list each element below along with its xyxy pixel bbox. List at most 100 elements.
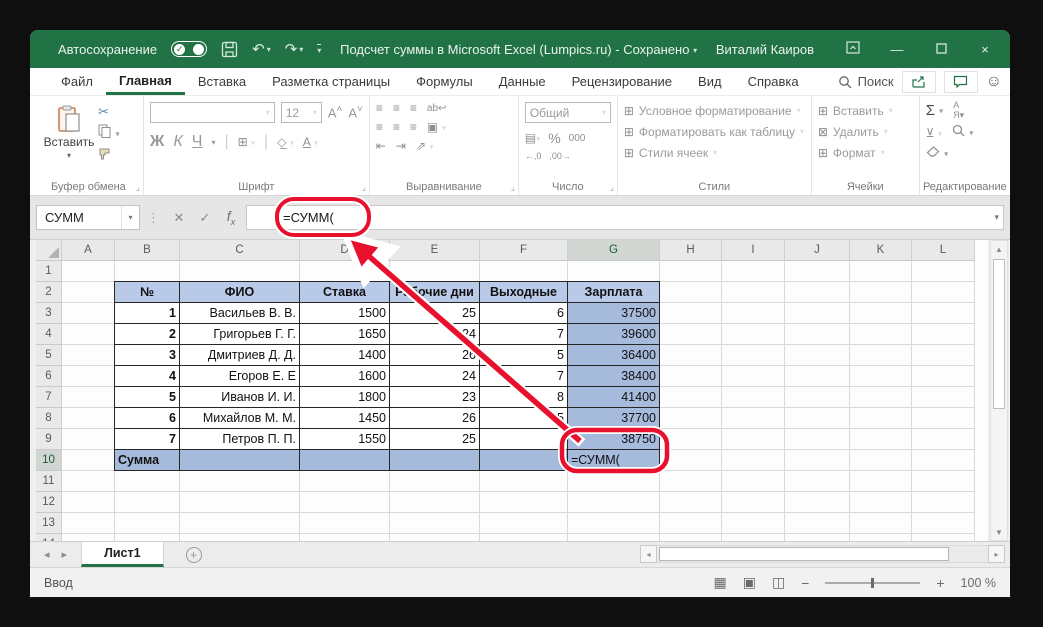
cell-F7[interactable]: 8: [479, 386, 568, 408]
cell-J3[interactable]: [785, 303, 850, 324]
normal-view-icon[interactable]: ▦: [713, 574, 726, 591]
zoom-level[interactable]: 100 %: [961, 576, 996, 590]
cell-H10[interactable]: [660, 450, 722, 471]
cell-I9[interactable]: [722, 429, 785, 450]
previous-sheet-icon[interactable]: ◂: [44, 548, 50, 561]
align-center-icon[interactable]: ≡: [393, 120, 400, 134]
comments-button[interactable]: [943, 70, 978, 93]
cell-J2[interactable]: [785, 282, 850, 303]
increase-decimal-icon[interactable]: ←,0: [525, 151, 542, 161]
close-button[interactable]: ×: [970, 42, 1000, 57]
cell-A8[interactable]: [62, 408, 115, 429]
cell-L6[interactable]: [912, 366, 975, 387]
cell-G13[interactable]: [568, 513, 660, 534]
cell-L9[interactable]: [912, 429, 975, 450]
cell-L8[interactable]: [912, 408, 975, 429]
column-header-K[interactable]: K: [850, 240, 912, 261]
cell-K1[interactable]: [850, 261, 912, 282]
cell-E8[interactable]: 26: [389, 407, 480, 429]
cell-D2[interactable]: Ставка: [299, 281, 390, 303]
cell-J5[interactable]: [785, 345, 850, 366]
cell-D4[interactable]: 1650: [299, 323, 390, 345]
cell-C11[interactable]: [180, 471, 300, 492]
cell-L13[interactable]: [912, 513, 975, 534]
cell-B2[interactable]: №: [114, 281, 180, 303]
cell-I3[interactable]: [722, 303, 785, 324]
cell-J6[interactable]: [785, 366, 850, 387]
vertical-scrollbar[interactable]: ▲ ▼: [990, 240, 1008, 541]
wrap-text-icon[interactable]: ab↩: [427, 103, 447, 114]
cell-C9[interactable]: Петров П. П.: [179, 428, 300, 450]
increase-font-button[interactable]: A˄: [328, 104, 343, 120]
cell-D12[interactable]: [300, 492, 390, 513]
cell-H6[interactable]: [660, 366, 722, 387]
column-header-D[interactable]: D: [300, 240, 390, 261]
font-name-select[interactable]: ▾: [149, 102, 275, 123]
delete-cells-button[interactable]: ⊠ Удалить ▾: [818, 121, 913, 142]
scroll-left-icon[interactable]: ◂: [640, 545, 657, 563]
row-header-5[interactable]: 5: [36, 345, 62, 366]
cell-K6[interactable]: [850, 366, 912, 387]
decrease-indent-icon[interactable]: ⇤: [376, 139, 386, 153]
cell-D3[interactable]: 1500: [299, 302, 390, 324]
align-right-icon[interactable]: ≡: [410, 120, 417, 134]
column-header-F[interactable]: F: [480, 240, 568, 261]
zoom-slider-thumb[interactable]: [871, 577, 875, 588]
cell-C3[interactable]: Васильев В. В.: [179, 302, 300, 324]
cell-I10[interactable]: [722, 450, 785, 471]
zoom-out-button[interactable]: −: [801, 575, 809, 591]
cell-C5[interactable]: Дмитриев Д. Д.: [179, 344, 300, 366]
cell-K5[interactable]: [850, 345, 912, 366]
cell-B10[interactable]: Сумма: [114, 449, 180, 471]
cell-H14[interactable]: [660, 534, 722, 541]
cell-L1[interactable]: [912, 261, 975, 282]
tab-file[interactable]: Файл: [48, 68, 106, 95]
cell-C1[interactable]: [180, 261, 300, 282]
column-header-E[interactable]: E: [390, 240, 480, 261]
cell-E14[interactable]: [390, 534, 480, 541]
user-name[interactable]: Виталий Каиров: [716, 42, 814, 57]
dialog-launcher-icon[interactable]: ⌟: [362, 182, 366, 193]
cell-C8[interactable]: Михайлов М. М.: [179, 407, 300, 429]
cell-E4[interactable]: 24: [389, 323, 480, 345]
cell-J4[interactable]: [785, 324, 850, 345]
cell-D9[interactable]: 1550: [299, 428, 390, 450]
cell-H1[interactable]: [660, 261, 722, 282]
save-button[interactable]: [221, 41, 238, 58]
cell-D1[interactable]: [300, 261, 390, 282]
scroll-up-icon[interactable]: ▲: [991, 241, 1007, 257]
italic-button[interactable]: К: [173, 133, 182, 151]
cell-C13[interactable]: [180, 513, 300, 534]
cell-F11[interactable]: [480, 471, 568, 492]
percent-style-icon[interactable]: %: [548, 130, 560, 146]
cell-A3[interactable]: [62, 303, 115, 324]
cell-L10[interactable]: [912, 450, 975, 471]
tab-справка[interactable]: Справка: [735, 68, 812, 95]
cell-E11[interactable]: [390, 471, 480, 492]
cell-H9[interactable]: [660, 429, 722, 450]
cell-I1[interactable]: [722, 261, 785, 282]
cell-K10[interactable]: [850, 450, 912, 471]
conditional-formatting-button[interactable]: ⊞ Условное форматирование ▾: [624, 100, 805, 121]
cell-G9[interactable]: 38750: [567, 428, 660, 450]
cell-K11[interactable]: [850, 471, 912, 492]
cell-G6[interactable]: 38400: [567, 365, 660, 387]
cell-F10[interactable]: [479, 449, 568, 471]
cell-L4[interactable]: [912, 324, 975, 345]
tab-данные[interactable]: Данные: [486, 68, 559, 95]
copy-button[interactable]: ▾: [98, 124, 119, 143]
cell-B5[interactable]: 3: [114, 344, 180, 366]
cell-F4[interactable]: 7: [479, 323, 568, 345]
cell-K13[interactable]: [850, 513, 912, 534]
cell-C12[interactable]: [180, 492, 300, 513]
cell-K3[interactable]: [850, 303, 912, 324]
row-header-1[interactable]: 1: [36, 261, 62, 282]
cell-G11[interactable]: [568, 471, 660, 492]
cell-A14[interactable]: [62, 534, 115, 541]
add-sheet-icon[interactable]: +: [185, 546, 202, 563]
cell-C2[interactable]: ФИО: [179, 281, 300, 303]
tab-рецензирование[interactable]: Рецензирование: [559, 68, 685, 95]
cell-E7[interactable]: 23: [389, 386, 480, 408]
cell-B6[interactable]: 4: [114, 365, 180, 387]
row-header-3[interactable]: 3: [36, 303, 62, 324]
